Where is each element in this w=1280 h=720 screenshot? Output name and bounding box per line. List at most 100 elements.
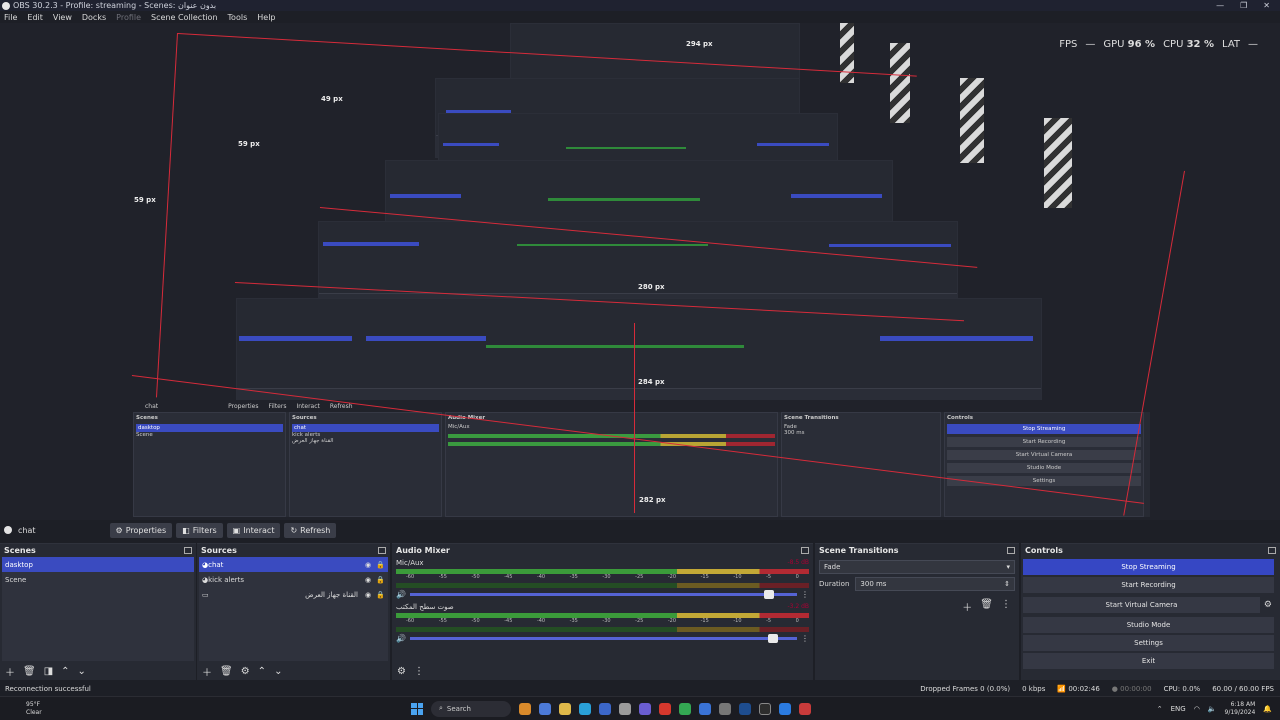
nested-controls: Controls Stop Streaming Start Recording … bbox=[944, 412, 1144, 517]
edge-icon[interactable] bbox=[579, 702, 591, 715]
undock-icon[interactable] bbox=[184, 547, 192, 554]
studio-mode-button[interactable]: Studio Mode bbox=[1023, 617, 1274, 633]
windows-start-icon[interactable] bbox=[411, 702, 423, 715]
notifications-icon[interactable]: 🔔 bbox=[1263, 705, 1272, 713]
arrow-up-icon[interactable]: ⌃ bbox=[61, 666, 69, 677]
start-recording-button[interactable]: Start Recording bbox=[1023, 577, 1274, 593]
scene-item-label: dasktop bbox=[5, 560, 33, 569]
menu-profile[interactable]: Profile bbox=[116, 13, 141, 22]
menu-view[interactable]: View bbox=[53, 13, 72, 22]
app-icon[interactable] bbox=[539, 702, 551, 715]
eye-icon[interactable]: ◉ bbox=[364, 591, 372, 599]
interact-button[interactable]: ▣ Interact bbox=[226, 522, 281, 538]
filter-icon[interactable]: ◨ bbox=[44, 666, 53, 677]
menu-scene-collection[interactable]: Scene Collection bbox=[151, 13, 218, 22]
steam-icon[interactable] bbox=[739, 702, 751, 715]
undock-icon[interactable] bbox=[1268, 547, 1276, 554]
menu-edit[interactable]: Edit bbox=[27, 13, 43, 22]
eye-icon[interactable]: ◉ bbox=[364, 576, 372, 584]
measure-label: 59 px bbox=[134, 196, 156, 204]
undock-icon[interactable] bbox=[378, 547, 386, 554]
start-virtual-camera-button[interactable]: Start Virtual Camera bbox=[1023, 597, 1260, 613]
chevron-up-icon[interactable]: ⌃ bbox=[1157, 705, 1163, 713]
teams-icon[interactable] bbox=[639, 702, 651, 715]
arrow-down-icon[interactable]: ⌄ bbox=[274, 666, 282, 677]
app-icon[interactable] bbox=[599, 702, 611, 715]
trash-icon[interactable]: 🗑 bbox=[23, 666, 36, 677]
app-icon[interactable] bbox=[779, 702, 791, 715]
menu-file[interactable]: File bbox=[4, 13, 17, 22]
properties-label: Properties bbox=[125, 525, 167, 535]
menu-dots-icon[interactable]: ⋮ bbox=[1001, 599, 1011, 614]
undock-icon[interactable] bbox=[1007, 547, 1015, 554]
menu-help[interactable]: Help bbox=[257, 13, 275, 22]
add-icon[interactable]: ＋ bbox=[5, 664, 15, 679]
file-explorer-icon[interactable] bbox=[559, 702, 571, 715]
nested-transitions: Scene Transitions Fade 300 ms bbox=[781, 412, 941, 517]
scene-item[interactable]: dasktop bbox=[2, 557, 194, 572]
weather-widget[interactable]: 95°F Clear bbox=[26, 701, 42, 717]
add-icon[interactable]: ＋ bbox=[202, 664, 212, 679]
arrow-down-icon[interactable]: ⌄ bbox=[78, 666, 86, 677]
gpu-label: GPU bbox=[1103, 39, 1125, 50]
minimize-button[interactable]: — bbox=[1216, 1, 1224, 10]
taskbar-search[interactable]: ⌕ Search bbox=[431, 700, 511, 717]
menu-dots-icon[interactable]: ⋮ bbox=[801, 634, 809, 643]
add-icon[interactable]: ＋ bbox=[962, 599, 972, 614]
source-item[interactable]: ◕ kick alerts ◉ 🔒 bbox=[199, 572, 388, 587]
duration-field[interactable]: 300 ms ⇕ bbox=[855, 577, 1015, 591]
volume-meter bbox=[396, 569, 809, 574]
settings-button[interactable]: Settings bbox=[1023, 635, 1274, 651]
menu-dots-icon[interactable]: ⋮ bbox=[414, 666, 424, 677]
exit-button[interactable]: Exit bbox=[1023, 653, 1274, 669]
properties-button[interactable]: ⚙ Properties bbox=[109, 522, 173, 538]
trash-icon[interactable]: 🗑 bbox=[220, 666, 233, 677]
spinner-icon[interactable]: ⇕ bbox=[1004, 580, 1010, 588]
app-icon[interactable] bbox=[659, 702, 671, 715]
speaker-icon[interactable]: 🔈 bbox=[1208, 705, 1217, 713]
gear-icon[interactable]: ⚙ bbox=[1264, 600, 1272, 610]
menu-tools[interactable]: Tools bbox=[228, 13, 248, 22]
app-icon[interactable] bbox=[699, 702, 711, 715]
chrome-icon[interactable] bbox=[679, 702, 691, 715]
trash-icon[interactable]: 🗑 bbox=[980, 599, 993, 614]
preview-canvas[interactable]: FPS — GPU 96 % CPU 32 % LAT — chat Prope… bbox=[0, 23, 1280, 520]
lock-icon[interactable]: 🔒 bbox=[376, 576, 385, 584]
volume-slider-handle[interactable] bbox=[767, 634, 778, 643]
clock[interactable]: 6:18 AM 9/19/2024 bbox=[1225, 701, 1256, 717]
filters-button[interactable]: ◧ Filters bbox=[176, 522, 223, 538]
source-item-label: القناة جهاز العرض bbox=[305, 590, 358, 599]
volume-slider[interactable] bbox=[409, 634, 797, 643]
advanced-audio-icon[interactable]: ⚙ bbox=[397, 666, 406, 677]
volume-slider[interactable] bbox=[409, 590, 797, 599]
app-icon[interactable] bbox=[799, 702, 811, 715]
settings-icon[interactable] bbox=[719, 702, 731, 715]
undock-icon[interactable] bbox=[801, 547, 809, 554]
menu-dots-icon[interactable]: ⋮ bbox=[801, 590, 809, 599]
close-button[interactable]: ✕ bbox=[1263, 1, 1270, 10]
wifi-icon[interactable]: ◠ bbox=[1194, 705, 1200, 713]
language-indicator[interactable]: ENG bbox=[1171, 705, 1186, 713]
eye-icon[interactable]: ◉ bbox=[364, 561, 372, 569]
scene-item[interactable]: Scene bbox=[2, 572, 194, 587]
menu-bar: File Edit View Docks Profile Scene Colle… bbox=[0, 11, 1280, 23]
source-item[interactable]: ▭ القناة جهاز العرض ◉ 🔒 bbox=[199, 587, 388, 602]
menu-docks[interactable]: Docks bbox=[82, 13, 106, 22]
measure-label: 59 px bbox=[238, 140, 260, 148]
gear-icon[interactable]: ⚙ bbox=[241, 666, 250, 677]
volume-slider-handle[interactable] bbox=[763, 590, 774, 599]
app-icon[interactable] bbox=[519, 702, 531, 715]
speaker-icon[interactable]: 🔊 bbox=[396, 634, 406, 643]
stop-streaming-button[interactable]: Stop Streaming bbox=[1023, 559, 1274, 575]
speaker-icon[interactable]: 🔊 bbox=[396, 590, 406, 599]
lock-icon[interactable]: 🔒 bbox=[376, 561, 385, 569]
maximize-button[interactable]: ❐ bbox=[1240, 1, 1247, 10]
arrow-up-icon[interactable]: ⌃ bbox=[258, 666, 266, 677]
obs-icon[interactable] bbox=[759, 702, 771, 715]
app-icon[interactable] bbox=[619, 702, 631, 715]
audio-mixer-dock: Audio Mixer Mic/Aux -8.5 dB -60 -55 -50 -45-… bbox=[392, 543, 813, 680]
transition-select[interactable]: Fade ▾ bbox=[819, 560, 1015, 574]
lock-icon[interactable]: 🔒 bbox=[376, 591, 385, 599]
refresh-button[interactable]: ↻ Refresh bbox=[284, 522, 337, 538]
source-item[interactable]: ◕ chat ◉ 🔒 bbox=[199, 557, 388, 572]
